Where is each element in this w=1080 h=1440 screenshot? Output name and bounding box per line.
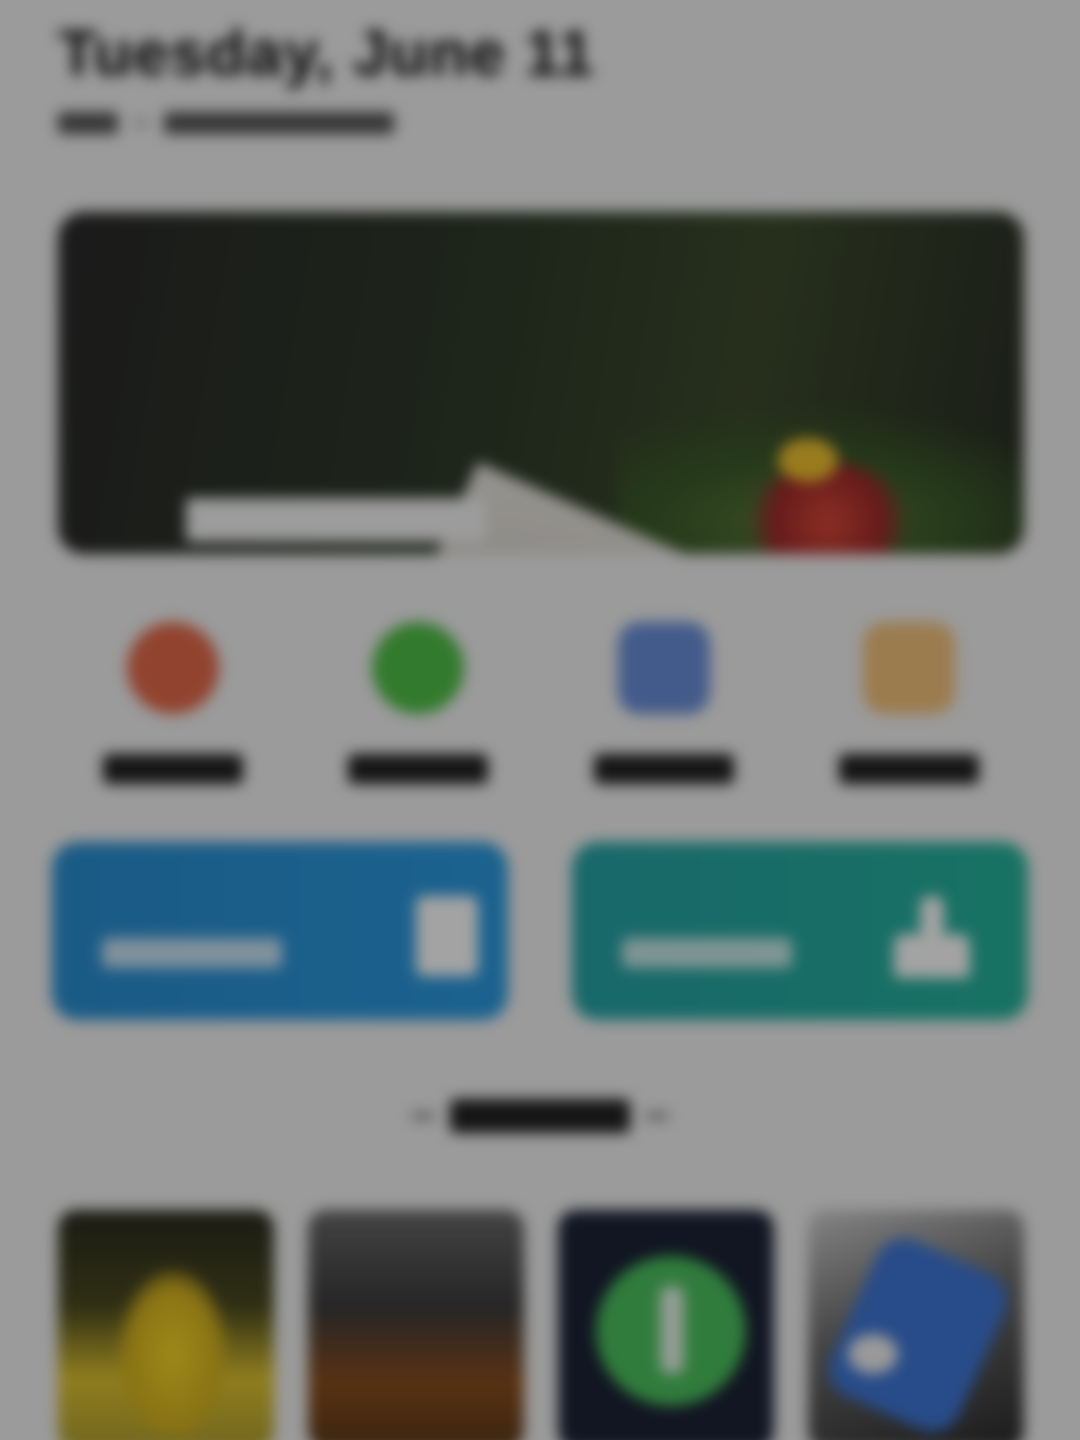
modal-dim-overlay[interactable] (0, 0, 1080, 1440)
app-screen: Tuesday, June 11 (0, 0, 1080, 1440)
